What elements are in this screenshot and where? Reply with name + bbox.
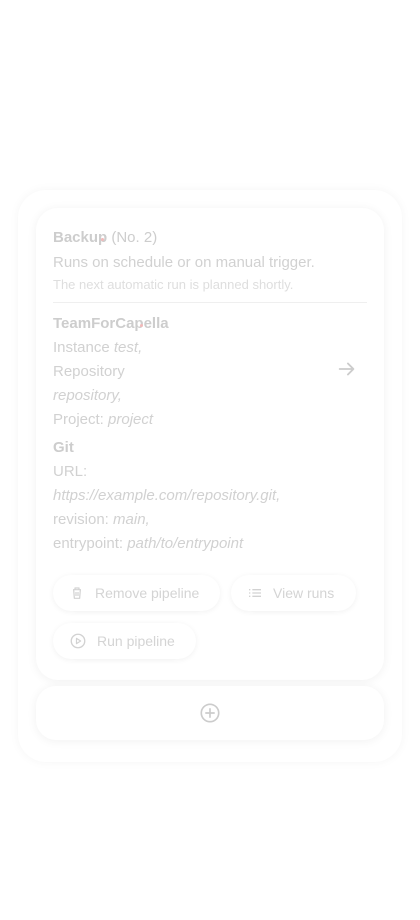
marker-dot <box>140 324 143 327</box>
view-runs-button[interactable]: View runs <box>231 575 356 611</box>
remove-pipeline-label: Remove pipeline <box>95 585 200 601</box>
git-revision-value: main, <box>113 511 150 528</box>
pipeline-name-text: Backup <box>53 229 108 246</box>
project-value: project <box>108 411 154 428</box>
pipeline-name: Backup (No. 2) <box>53 229 157 246</box>
pipeline-number: (No. 2) <box>111 229 158 246</box>
arrow-right-icon[interactable] <box>336 358 358 380</box>
project-label: Project: <box>53 411 104 428</box>
view-runs-label: View runs <box>273 585 335 601</box>
instance-value: test, <box>113 339 143 356</box>
pipeline-next-run-text: The next automatic run is planned shortl… <box>53 277 294 292</box>
trash-icon <box>73 587 81 599</box>
play-circle-icon <box>70 633 86 649</box>
list-icon <box>249 589 261 597</box>
project-row: Project: project <box>53 411 153 428</box>
run-pipeline-label: Run pipeline <box>97 633 175 649</box>
git-revision-label: revision: <box>53 511 109 528</box>
remove-pipeline-button[interactable]: Remove pipeline <box>53 575 220 611</box>
git-entrypoint-value: path/to/entrypoint <box>127 535 244 552</box>
add-circle-icon[interactable] <box>199 702 221 724</box>
git-entrypoint-row: entrypoint: path/to/entrypoint <box>53 535 243 552</box>
run-pipeline-button[interactable]: Run pipeline <box>53 623 196 659</box>
git-url-label: URL: <box>53 463 88 480</box>
git-section-title: Git <box>53 439 74 456</box>
instance-label: Instance <box>53 339 110 356</box>
repository-label: Repository <box>53 363 125 380</box>
git-entrypoint-label: entrypoint: <box>53 535 124 552</box>
git-revision-row: revision: main, <box>53 511 150 528</box>
marker-dot <box>101 238 104 241</box>
pipeline-trigger-text: Runs on schedule or on manual trigger. <box>53 254 315 271</box>
source-section-title: TeamForCapella <box>53 315 169 332</box>
repository-value: repository, <box>53 387 122 404</box>
divider <box>53 302 367 303</box>
instance-row: Instance test, <box>53 339 142 356</box>
git-url-value: https://example.com/repository.git, <box>53 487 281 504</box>
